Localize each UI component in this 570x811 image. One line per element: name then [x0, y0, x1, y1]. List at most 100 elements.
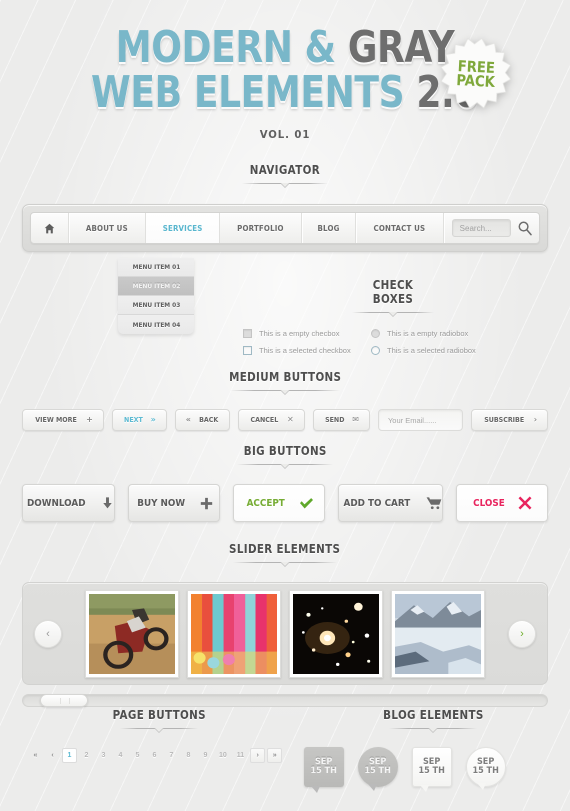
blog-elements-heading-label: BLOG ELEMENTS [382, 708, 484, 722]
page-buttons-section: PAGE BUTTONS « ‹ 1 2 3 4 5 6 7 8 9 10 11… [0, 706, 296, 787]
button-label: BUY NOW [137, 497, 186, 509]
dropdown-item-1[interactable]: MENU ITEM 01 [118, 258, 194, 277]
free-pack-label: FREE PACK [441, 34, 512, 113]
search-input[interactable]: Search... [451, 219, 511, 238]
accept-button[interactable]: ACCEPT [232, 484, 325, 522]
hero-header: MODERN & GRAY WEB ELEMENTS 2.0 VOL. 01 F… [0, 0, 570, 141]
blog-badge-circle-dark[interactable]: SEP 15 TH [358, 747, 398, 791]
heading-rule [242, 183, 328, 190]
slide-motocross[interactable] [85, 589, 179, 678]
pagination-page-8[interactable]: 8 [181, 748, 196, 763]
pagination-page-2[interactable]: 2 [79, 748, 94, 763]
pagination-page-11[interactable]: 11 [233, 748, 248, 763]
blog-elements-section: BLOG ELEMENTS SEP 15 TH SEP 15 TH SEP 15… [296, 706, 570, 793]
pagination-page-5[interactable]: 5 [130, 748, 145, 763]
hero-volume: VOL. 01 [259, 128, 311, 142]
radio-empty-icon[interactable] [371, 329, 380, 338]
slider-prev-button[interactable]: ‹ [34, 619, 62, 648]
pagination-page-4[interactable]: 4 [113, 748, 128, 763]
pagination-page-3[interactable]: 3 [96, 748, 111, 763]
badge-day: 15 TH [364, 766, 392, 776]
dropdown-menu: MENU ITEM 01 MENU ITEM 02 MENU ITEM 03 M… [118, 258, 194, 334]
download-button[interactable]: DOWNLOAD [22, 484, 115, 522]
hero-title-modern: MODERN & [115, 22, 348, 73]
nav-item-services[interactable]: SERVICES [145, 213, 220, 244]
pagination-page-9[interactable]: 9 [198, 748, 213, 763]
nav-item-label: BLOG [317, 223, 340, 233]
snow-mountain-lake-photo [395, 593, 481, 674]
nav-item-home[interactable] [31, 213, 69, 244]
navigator-heading: NAVIGATOR [0, 161, 570, 190]
blog-badge-square-dark[interactable]: SEP 15 TH [304, 747, 344, 793]
page-buttons-heading-label: PAGE BUTTONS [112, 708, 206, 722]
blog-badge-square-light[interactable]: SEP 15 TH [412, 747, 452, 792]
subscribe-button[interactable]: SUBSCRIBE › [471, 409, 548, 431]
hero-title-web-elements: WEB ELEMENTS [90, 67, 417, 119]
dropdown-item-label: MENU ITEM 04 [132, 320, 180, 329]
nav-item-portfolio[interactable]: PORTFOLIO [220, 213, 302, 244]
checkbox-row-selected-checkbox[interactable]: This is a selected checkbox [243, 346, 371, 355]
pagination-page-7[interactable]: 7 [164, 748, 179, 763]
checkbox-row-selected-radio[interactable]: This is a selected radiobox [371, 346, 511, 355]
buy-now-button[interactable]: BUY NOW [127, 484, 220, 522]
checkbox-label: This is a empty radiobox [387, 329, 469, 338]
button-label: ACCEPT [246, 497, 285, 509]
checkbox-label: This is a selected checkbox [259, 346, 351, 355]
nav-item-label: SERVICES [162, 223, 203, 233]
plus-icon: + [86, 415, 93, 424]
checkbox-empty-icon[interactable] [243, 329, 252, 338]
navbar: ABOUT US SERVICES PORTFOLIO BLOG CONTACT… [30, 212, 540, 245]
pagination-next-button[interactable]: › [250, 748, 266, 763]
view-more-button[interactable]: VIEW MORE + [22, 409, 104, 431]
badge-day: 15 TH [310, 766, 338, 776]
nav-item-about-us[interactable]: ABOUT US [69, 213, 146, 244]
slide-galaxy[interactable] [289, 589, 383, 678]
dropdown-item-4[interactable]: MENU ITEM 04 [118, 315, 194, 334]
button-label: NEXT [123, 416, 143, 424]
add-to-cart-button[interactable]: ADD TO CART [337, 484, 443, 522]
nav-item-contact-us[interactable]: CONTACT US [356, 213, 444, 244]
slider-next-button[interactable]: › [508, 619, 536, 648]
big-buttons-heading-label: BIG BUTTONS [243, 444, 327, 458]
button-label: DOWNLOAD [26, 497, 86, 509]
slide-textile[interactable] [187, 589, 281, 678]
next-button[interactable]: NEXT » [111, 409, 167, 431]
pagination-page-1[interactable]: 1 [62, 748, 77, 763]
email-input[interactable]: Your Email...... [377, 409, 464, 431]
button-label: SEND [324, 416, 345, 424]
heading-rule [389, 728, 477, 735]
button-label: CANCEL [250, 416, 279, 424]
cancel-button[interactable]: CANCEL ✕ [238, 409, 305, 431]
medium-buttons-row: VIEW MORE + NEXT » « BACK CANCEL ✕ SEND … [22, 409, 548, 431]
pagination-prev-button[interactable]: ‹ [45, 748, 60, 763]
download-arrow-icon [101, 496, 114, 510]
shopping-cart-icon [426, 496, 442, 510]
send-button[interactable]: SEND ✉ [312, 409, 370, 431]
navbar-search: Search... [444, 213, 539, 243]
back-button[interactable]: « BACK [174, 409, 231, 431]
nav-item-label: PORTFOLIO [237, 223, 284, 233]
heading-rule [120, 728, 198, 735]
checkbox-selected-icon[interactable] [243, 346, 252, 355]
pagination-page-10[interactable]: 10 [215, 748, 231, 763]
radio-selected-icon[interactable] [371, 346, 380, 355]
pagination-last-button[interactable]: » [267, 748, 283, 763]
pagination-first-button[interactable]: « [28, 748, 43, 763]
checkbox-row-empty-checkbox[interactable]: This is a empty checbox [243, 329, 371, 338]
checkbox-row-empty-radio[interactable]: This is a empty radiobox [371, 329, 511, 338]
page-buttons-heading: PAGE BUTTONS [22, 706, 296, 735]
slider-slides [71, 589, 499, 678]
button-label: BACK [198, 416, 219, 424]
pagination-page-6[interactable]: 6 [147, 748, 162, 763]
search-icon[interactable] [517, 220, 533, 236]
double-right-icon: » [150, 415, 156, 424]
checkboxes-section: CHECK BOXES This is a empty checbox This… [243, 278, 543, 355]
close-x-icon: ✕ [287, 415, 294, 424]
close-button[interactable]: CLOSE [455, 484, 548, 522]
blog-badge-circle-light[interactable]: SEP 15 TH [466, 747, 506, 790]
slide-snow-mountain[interactable] [391, 589, 485, 678]
nav-item-blog[interactable]: BLOG [302, 213, 356, 244]
heading-rule [233, 562, 337, 569]
dropdown-item-2[interactable]: MENU ITEM 02 [118, 277, 194, 296]
dropdown-item-3[interactable]: MENU ITEM 03 [118, 296, 194, 315]
